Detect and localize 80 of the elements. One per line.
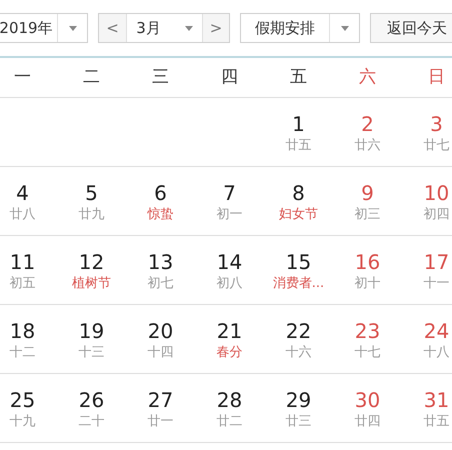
weekday-label: 日 [428, 66, 445, 89]
lunar-date: 初七 [148, 275, 174, 293]
lunar-date: 廿五 [286, 137, 312, 155]
date-number[interactable]: 26 [78, 388, 104, 412]
date-number[interactable]: 23 [354, 319, 380, 343]
lunar-date: 十四 [148, 344, 174, 362]
lunar-date: 廿二 [216, 413, 242, 431]
lunar-date: 初四 [424, 206, 450, 224]
lunar-date: 十九 [10, 413, 36, 431]
date-number[interactable]: 4 [16, 181, 29, 205]
lunar-date: 廿八 [10, 206, 36, 224]
lunar-date: 初十 [354, 275, 380, 293]
caret-icon [184, 26, 193, 30]
lunar-date: 廿三 [286, 413, 312, 431]
holiday-select[interactable]: 假期安排 [240, 13, 360, 43]
lunar-date: 初三 [354, 206, 380, 224]
weekday-label: 一 [14, 66, 31, 89]
festival-label: 妇女节 [279, 206, 318, 224]
date-number[interactable]: 15 [286, 250, 312, 274]
date-number[interactable]: 11 [10, 250, 36, 274]
weekday-label: 四 [221, 66, 238, 89]
date-number[interactable]: 28 [216, 388, 242, 412]
lunar-date: 廿六 [354, 137, 380, 155]
festival-label: 植树节 [72, 275, 111, 293]
lunar-date: 初一 [216, 206, 242, 224]
date-number[interactable]: 30 [354, 388, 380, 412]
festival-label: 消费者... [272, 275, 324, 293]
month-picker[interactable]: < 3月 > [98, 13, 230, 43]
date-number[interactable]: 2 [361, 112, 374, 136]
year-select[interactable]: 2019年 [0, 13, 88, 43]
date-number[interactable]: 21 [216, 319, 242, 343]
date-number[interactable]: 12 [78, 250, 104, 274]
lunar-date: 十一 [424, 275, 450, 293]
date-number[interactable]: 6 [154, 181, 167, 205]
date-number[interactable]: 27 [148, 388, 174, 412]
date-number[interactable]: 17 [424, 250, 450, 274]
date-number[interactable]: 3 [430, 112, 443, 136]
month-value: 3月 [136, 18, 161, 39]
date-number[interactable]: 9 [361, 181, 374, 205]
lunar-date: 十二 [10, 344, 36, 362]
lunar-date: 二十 [78, 413, 104, 431]
today-button[interactable]: 返回今天 [370, 13, 452, 43]
lunar-date: 廿四 [354, 413, 380, 431]
festival-label: 春分 [216, 344, 242, 362]
lunar-date: 十八 [424, 344, 450, 362]
lunar-date: 初八 [216, 275, 242, 293]
lunar-date: 廿一 [148, 413, 174, 431]
lunar-date: 初五 [10, 275, 36, 293]
date-number[interactable]: 29 [286, 388, 312, 412]
lunar-date: 十六 [286, 344, 312, 362]
lunar-date: 廿七 [424, 137, 450, 155]
lunar-date: 十三 [78, 344, 104, 362]
date-number[interactable]: 22 [286, 319, 312, 343]
next-month-button[interactable]: > [202, 14, 229, 42]
date-number[interactable]: 8 [292, 181, 305, 205]
date-number[interactable]: 20 [148, 319, 174, 343]
date-number[interactable]: 18 [10, 319, 36, 343]
caret-icon [68, 26, 76, 30]
festival-label: 惊蛰 [148, 206, 174, 224]
date-number[interactable]: 16 [354, 250, 380, 274]
weekday-label: 五 [290, 66, 307, 89]
date-number[interactable]: 19 [78, 319, 104, 343]
date-number[interactable]: 31 [424, 388, 450, 412]
date-number[interactable]: 1 [292, 112, 305, 136]
lunar-date: 十七 [354, 344, 380, 362]
date-number[interactable]: 25 [10, 388, 36, 412]
weekday-label: 六 [359, 66, 376, 89]
year-value: 2019年 [0, 18, 54, 39]
lunar-date: 廿九 [78, 206, 104, 224]
date-number[interactable]: 24 [424, 319, 450, 343]
lunar-date: 廿五 [424, 413, 450, 431]
weekday-label: 三 [152, 66, 169, 89]
weekday-label: 二 [83, 66, 100, 89]
caret-icon [340, 26, 348, 30]
date-number[interactable]: 5 [85, 181, 98, 205]
holiday-select-value: 假期安排 [254, 18, 316, 39]
date-number[interactable]: 10 [424, 181, 450, 205]
date-number[interactable]: 14 [216, 250, 242, 274]
date-number[interactable]: 7 [223, 181, 236, 205]
date-number[interactable]: 13 [148, 250, 174, 274]
